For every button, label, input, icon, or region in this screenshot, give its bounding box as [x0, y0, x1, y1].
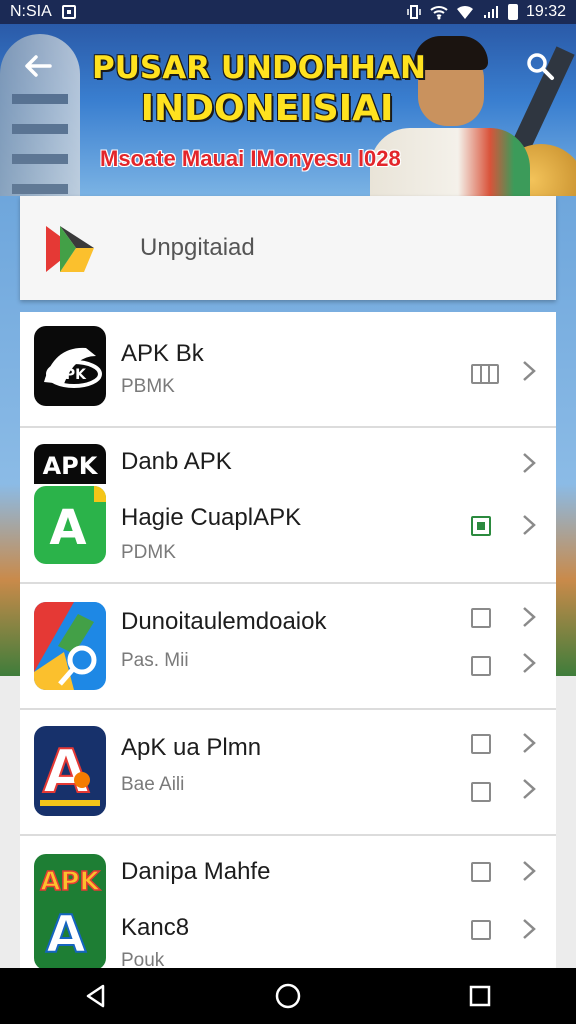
status-bar: N:SIA 19:32: [0, 0, 576, 24]
triangle-back-icon: [86, 984, 105, 1008]
search-icon: [527, 53, 554, 80]
chevron-right-icon[interactable]: [520, 452, 538, 474]
list-item[interactable]: APK A Danipa Mahfe Kanc8 Pouk: [20, 836, 556, 968]
back-button[interactable]: [20, 48, 56, 84]
signal-icon: [483, 6, 498, 18]
checkbox[interactable]: [471, 516, 491, 536]
wifi-alt-icon: [456, 5, 473, 19]
banner-title-line2: INDONEISIAI: [140, 88, 394, 129]
chevron-right-icon[interactable]: [520, 652, 538, 674]
app-title: Kanc8: [121, 914, 190, 941]
play-store-logo: [40, 218, 100, 278]
app-icon: A: [34, 726, 106, 816]
app-icon: A: [34, 486, 106, 564]
app-title: Danipa Mahfe: [121, 858, 271, 885]
app-icon: [34, 602, 106, 690]
chevron-right-icon[interactable]: [520, 514, 538, 536]
list-item[interactable]: APK APK Bk PBMK: [20, 312, 556, 428]
carrier-label: N:SIA: [10, 3, 52, 20]
recents-nav-button[interactable]: [460, 976, 500, 1016]
chevron-right-icon[interactable]: [520, 860, 538, 882]
chevron-right-icon[interactable]: [520, 778, 538, 800]
chevron-right-icon[interactable]: [520, 606, 538, 628]
arrow-left-icon: [25, 55, 52, 77]
app-icon: APK A: [34, 854, 106, 968]
search-button[interactable]: [522, 48, 558, 84]
circle-home-icon: [275, 983, 301, 1009]
header-card: Unpgitaiad: [20, 196, 556, 300]
wifi-icon: [430, 6, 448, 20]
app-title: Hagie CuaplAPK: [121, 504, 302, 531]
chevron-right-icon[interactable]: [520, 732, 538, 754]
checkbox[interactable]: [471, 734, 491, 754]
checkbox[interactable]: [471, 920, 491, 940]
clock: 19:32: [525, 3, 566, 20]
notification-icon: [61, 5, 76, 19]
chevron-right-icon[interactable]: [520, 918, 538, 940]
list-item[interactable]: APK A Danb APK Hagie CuaplAPK PDMK: [20, 428, 556, 584]
app-icon-text: APK: [40, 867, 100, 897]
banner-title: PUSAR UNDOHHAN INDONEISIAI: [92, 50, 442, 129]
app-subtitle: PDMK: [121, 542, 176, 563]
banner-title-line1: PUSAR UNDOHHAN: [92, 50, 426, 86]
app-title: ApK ua Plmn: [121, 734, 262, 761]
list-item[interactable]: A ApK ua Plmn Bae Aili: [20, 710, 556, 836]
battery-icon: [507, 4, 518, 20]
header-label: Unpgitaiad: [140, 234, 255, 261]
list-item[interactable]: Dunoitaulemdoaiok Pas. Mii: [20, 584, 556, 710]
app-icon: APK: [34, 444, 106, 484]
navigation-bar: [0, 968, 576, 1024]
hero-banner: PUSAR UNDOHHAN INDONEISIAI Msoate Mauai …: [0, 24, 576, 196]
square-recents-icon: [469, 985, 491, 1007]
app-icon: APK: [34, 326, 106, 406]
app-icon-text: APK: [43, 452, 99, 480]
app-title: Danb APK: [121, 448, 232, 475]
app-title: Dunoitaulemdoaiok: [121, 608, 327, 635]
app-subtitle: Bae Aili: [121, 774, 185, 795]
app-icon-text: A: [43, 737, 90, 807]
app-list: APK APK Bk PBMK APK A Danb APK Hagie Cua…: [20, 312, 556, 968]
checkbox[interactable]: [471, 608, 491, 628]
banner-subtitle: Msoate Mauai IMonyesu l028: [100, 146, 401, 171]
app-subtitle: PBMK: [121, 376, 175, 397]
checkbox[interactable]: [471, 782, 491, 802]
checkbox[interactable]: [471, 862, 491, 882]
app-subtitle: Pas. Mii: [121, 650, 189, 671]
vibrate-icon: [407, 5, 421, 19]
app-title: APK Bk: [121, 340, 204, 367]
app-icon-text: A: [49, 500, 86, 556]
app-subtitle: Pouk: [121, 950, 165, 968]
app-icon-text: A: [46, 905, 86, 965]
app-icon-text: APK: [54, 367, 87, 383]
checkbox[interactable]: [471, 656, 491, 676]
columns-icon[interactable]: [471, 364, 499, 384]
home-nav-button[interactable]: [268, 976, 308, 1016]
back-nav-button[interactable]: [76, 976, 116, 1016]
chevron-right-icon[interactable]: [520, 360, 538, 382]
